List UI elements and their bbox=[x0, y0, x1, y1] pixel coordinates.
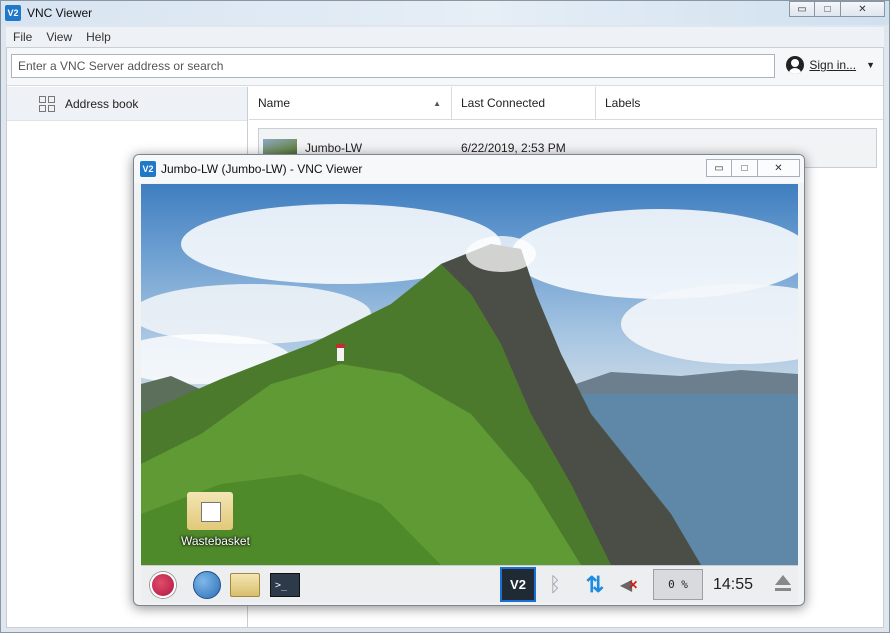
chevron-down-icon[interactable]: ▼ bbox=[866, 60, 875, 70]
menu-help[interactable]: Help bbox=[79, 30, 118, 44]
search-input[interactable]: Enter a VNC Server address or search bbox=[11, 54, 775, 78]
maximize-button[interactable]: □ bbox=[815, 1, 841, 17]
sidebar-item-label: Address book bbox=[65, 96, 139, 111]
column-label: Last Connected bbox=[461, 96, 546, 110]
toolbar: Enter a VNC Server address or search Sig… bbox=[7, 48, 883, 86]
browser-launcher[interactable] bbox=[191, 570, 223, 600]
network-icon[interactable]: ⇅ bbox=[579, 570, 611, 600]
column-label: Name bbox=[258, 96, 291, 110]
cpu-usage-monitor: 0 % bbox=[653, 569, 703, 600]
folder-icon bbox=[230, 573, 260, 597]
remote-titlebar[interactable]: V2 Jumbo-LW (Jumbo-LW) - VNC Viewer bbox=[134, 155, 804, 183]
remote-maximize-button[interactable]: □ bbox=[732, 159, 758, 177]
mute-icon: ✕ bbox=[628, 578, 639, 592]
wastebasket-desktop-icon[interactable]: Wastebasket bbox=[181, 492, 250, 548]
file-manager-launcher[interactable] bbox=[229, 570, 261, 600]
grid-icon bbox=[39, 95, 55, 112]
minimize-button[interactable]: ▭ bbox=[789, 1, 815, 17]
remote-close-button[interactable]: ✕ bbox=[758, 159, 800, 177]
clock[interactable]: 14:55 bbox=[713, 576, 753, 594]
main-window-controls: ▭ □ ✕ bbox=[789, 1, 885, 17]
desktop-icon-label: Wastebasket bbox=[181, 534, 250, 548]
column-name[interactable]: Name ▲ bbox=[249, 87, 452, 119]
bluetooth-icon[interactable]: ᛒ bbox=[539, 570, 571, 600]
remote-window-title: Jumbo-LW (Jumbo-LW) - VNC Viewer bbox=[161, 162, 363, 176]
menu-file[interactable]: File bbox=[6, 30, 39, 44]
column-labels[interactable]: Labels bbox=[596, 87, 883, 119]
remote-minimize-button[interactable]: ▭ bbox=[706, 159, 732, 177]
remote-taskbar: >_ V2 ᛒ ⇅ ◀ ✕ 0 % 14:55 bbox=[141, 565, 798, 603]
menu-bar: File View Help bbox=[6, 27, 884, 47]
remote-window-controls: ▭ □ ✕ bbox=[706, 159, 800, 177]
remote-session-window: V2 Jumbo-LW (Jumbo-LW) - VNC Viewer ▭ □ … bbox=[133, 154, 805, 606]
sign-in-label: Sign in... bbox=[809, 58, 857, 72]
desktop-wallpaper bbox=[141, 204, 798, 565]
raspberry-menu-button[interactable] bbox=[147, 570, 179, 600]
vnc-logo-icon: V2 bbox=[140, 161, 156, 177]
eject-icon[interactable] bbox=[774, 575, 792, 593]
column-label: Labels bbox=[605, 96, 641, 110]
window-title: VNC Viewer bbox=[27, 6, 93, 20]
close-button[interactable]: ✕ bbox=[841, 1, 885, 17]
globe-icon bbox=[193, 571, 221, 599]
connection-last-connected: 6/22/2019, 2:53 PM bbox=[461, 141, 566, 155]
volume-muted-icon[interactable]: ◀ ✕ bbox=[613, 570, 645, 600]
user-icon bbox=[786, 56, 805, 74]
main-titlebar[interactable]: V2 VNC Viewer bbox=[1, 1, 889, 25]
raspberry-icon bbox=[150, 572, 176, 598]
menu-view[interactable]: View bbox=[39, 30, 79, 44]
column-header: Name ▲ Last Connected Labels bbox=[249, 87, 883, 120]
connection-name: Jumbo-LW bbox=[305, 141, 363, 155]
sort-asc-icon: ▲ bbox=[433, 98, 441, 108]
trash-icon bbox=[187, 492, 233, 530]
sign-in-button[interactable]: Sign in... ▼ bbox=[786, 56, 875, 74]
terminal-icon: >_ bbox=[270, 573, 300, 597]
sidebar-item-address-book[interactable]: Address book bbox=[7, 87, 247, 121]
column-last-connected[interactable]: Last Connected bbox=[452, 87, 596, 119]
vnc-tray-icon[interactable]: V2 bbox=[500, 567, 536, 602]
terminal-launcher[interactable]: >_ bbox=[269, 570, 301, 600]
remote-desktop[interactable]: Wastebasket bbox=[141, 184, 798, 565]
vnc-logo-icon: V2 bbox=[5, 5, 21, 21]
